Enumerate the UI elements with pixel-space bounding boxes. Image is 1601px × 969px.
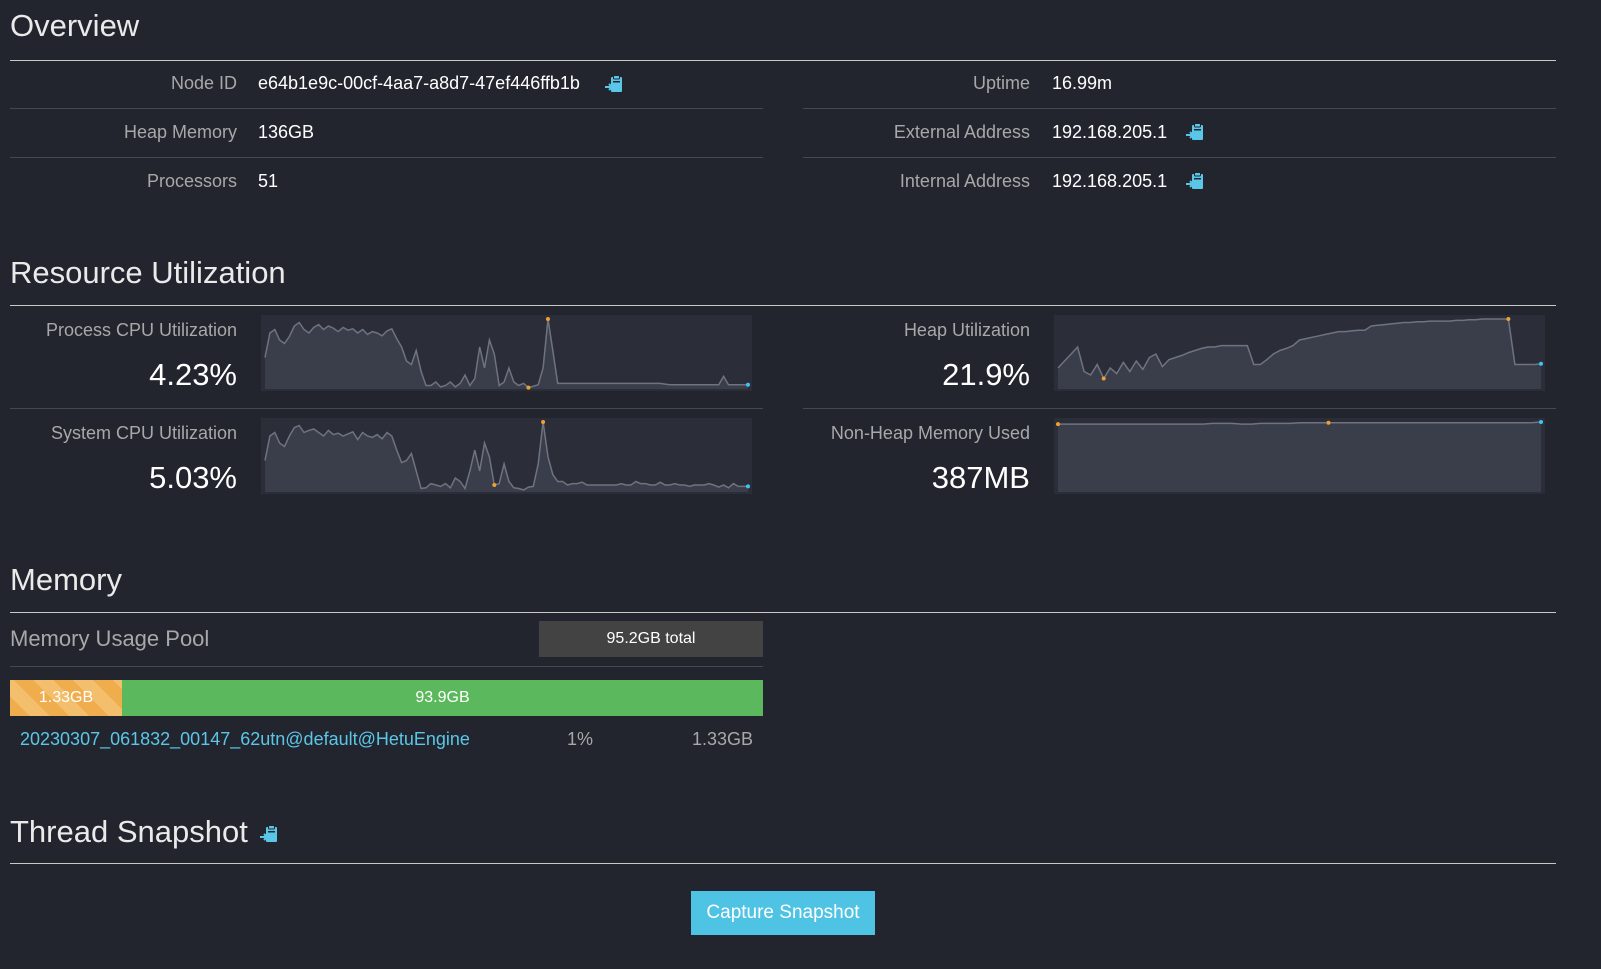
sparkline-area xyxy=(1058,422,1541,492)
heap-memory-value: 136GB xyxy=(258,122,315,142)
thread-snapshot-title: Thread Snapshot xyxy=(10,814,248,849)
sparkline-last-marker xyxy=(1539,361,1543,366)
process-cpu-value: 4.23% xyxy=(149,357,237,392)
memory-divider xyxy=(10,612,1556,613)
sparkline-max-marker xyxy=(1506,317,1511,321)
row-divider xyxy=(10,666,763,667)
overview-title: Overview xyxy=(10,8,140,43)
row-divider xyxy=(803,157,1556,158)
sparkline-min-marker xyxy=(1056,422,1060,427)
memory-title: Memory xyxy=(10,562,122,597)
sparkline-last-marker xyxy=(1539,420,1543,424)
resource-utilization-title: Resource Utilization xyxy=(10,255,286,290)
query-memory-percent: 1% xyxy=(567,729,594,749)
system-cpu-label: System CPU Utilization xyxy=(50,423,237,443)
sparkline-min-marker xyxy=(492,483,497,487)
query-memory-size: 1.33GB xyxy=(691,729,753,749)
uptime-value: 16.99m xyxy=(1052,73,1113,93)
clipboard-copy-icon[interactable] xyxy=(1185,171,1205,191)
processors-value: 51 xyxy=(258,171,279,191)
sparkline-min-marker xyxy=(526,385,531,390)
uptime-label: Uptime xyxy=(972,73,1030,93)
capture-snapshot-button[interactable]: Capture Snapshot xyxy=(691,891,875,935)
process-cpu-sparkline xyxy=(261,315,752,391)
clipboard-copy-icon[interactable] xyxy=(259,824,279,844)
query-link[interactable]: 20230307_061832_00147_62utn@default@Hetu… xyxy=(20,729,470,750)
sparkline-max-marker xyxy=(545,317,550,321)
non-heap-sparkline xyxy=(1054,418,1545,494)
sparkline-last-marker xyxy=(746,484,750,489)
clipboard-copy-icon[interactable] xyxy=(1185,122,1205,142)
non-heap-value: 387MB xyxy=(931,460,1030,495)
sparkline-max-marker xyxy=(1326,420,1331,425)
sparkline-max-marker xyxy=(541,420,546,424)
system-cpu-value: 5.03% xyxy=(149,460,237,495)
external-address-label: External Address xyxy=(893,122,1030,142)
row-divider xyxy=(803,108,1556,109)
thread-snapshot-divider xyxy=(10,863,1556,864)
memory-pool-label: Memory Usage Pool xyxy=(10,626,210,651)
row-divider xyxy=(10,408,763,409)
process-cpu-label: Process CPU Utilization xyxy=(45,320,237,340)
memory-usage-bar: 1.33GB 93.9GB xyxy=(10,680,763,716)
row-divider xyxy=(10,157,763,158)
node-id-value: e64b1e9c-00cf-4aa7-a8d7-47ef446ffb1b xyxy=(258,73,580,93)
sparkline-min-marker xyxy=(1101,376,1106,381)
heap-utilization-sparkline xyxy=(1054,315,1545,391)
non-heap-label: Non-Heap Memory Used xyxy=(830,423,1030,443)
node-id-label: Node ID xyxy=(170,73,237,93)
memory-pool-total: 95.2GB total xyxy=(539,621,763,657)
system-cpu-sparkline xyxy=(261,418,752,494)
memory-free-segment: 93.9GB xyxy=(122,680,763,716)
heap-utilization-label: Heap Utilization xyxy=(903,320,1030,340)
internal-address-label: Internal Address xyxy=(899,171,1030,191)
internal-address-value: 192.168.205.1 xyxy=(1052,171,1168,191)
external-address-value: 192.168.205.1 xyxy=(1052,122,1168,142)
heap-memory-label: Heap Memory xyxy=(123,122,237,142)
heap-utilization-value: 21.9% xyxy=(942,357,1030,392)
overview-divider xyxy=(10,60,1556,61)
processors-label: Processors xyxy=(146,171,237,191)
sparkline-last-marker xyxy=(746,382,750,387)
memory-used-segment[interactable]: 1.33GB xyxy=(10,680,122,716)
row-divider xyxy=(803,408,1556,409)
clipboard-copy-icon[interactable] xyxy=(604,74,624,94)
row-divider xyxy=(10,108,763,109)
resource-divider xyxy=(10,305,1556,306)
